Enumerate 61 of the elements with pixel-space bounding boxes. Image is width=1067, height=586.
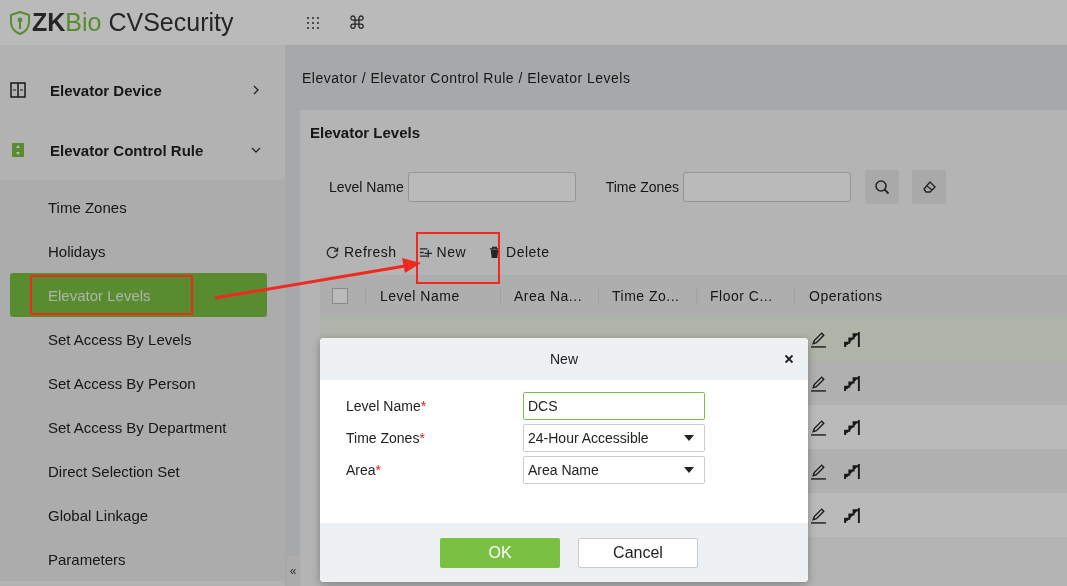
elevator-doors-icon: [10, 82, 26, 98]
field-label: Level Name*: [346, 398, 428, 414]
breadcrumb: Elevator / Elevator Control Rule / Elevator Levels: [301, 68, 632, 88]
submenu-item[interactable]: Parameters: [10, 537, 267, 581]
submenu-item[interactable]: Time Zones: [10, 185, 267, 229]
column-header[interactable]: Operations: [794, 287, 994, 305]
caret-icon: [684, 435, 694, 441]
refresh-icon: [326, 245, 339, 259]
stairs-icon[interactable]: [844, 418, 861, 436]
new-button[interactable]: New: [414, 242, 471, 262]
cancel-button[interactable]: Cancel: [578, 537, 698, 568]
edit-icon[interactable]: [810, 330, 827, 348]
edit-icon[interactable]: [810, 374, 827, 392]
chevron-down-icon: [251, 145, 261, 155]
filter-label: Time Zones: [605, 179, 680, 195]
logo-text: ZKBio CVSecurity: [32, 8, 234, 37]
caret-icon: [684, 467, 694, 473]
delete-button[interactable]: Delete: [484, 242, 554, 262]
filter-field[interactable]: [683, 172, 852, 202]
menu-item[interactable]: Elevator Control Rule: [0, 120, 285, 180]
stairs-icon[interactable]: [844, 462, 861, 480]
search-icon: [874, 179, 891, 195]
close-icon[interactable]: [784, 354, 794, 364]
apps-grid-icon[interactable]: [306, 15, 320, 30]
field-label: Time Zones*: [346, 430, 426, 446]
collapse-sidebar-button[interactable]: «: [287, 556, 299, 586]
dialog-title: New: [550, 351, 578, 367]
chevron-right-icon: [251, 85, 261, 95]
filter-field[interactable]: [407, 172, 576, 202]
submenu-item[interactable]: Set Access By Levels: [10, 317, 267, 361]
stairs-icon[interactable]: [844, 506, 861, 524]
clear-button[interactable]: [912, 170, 947, 204]
select-all-checkbox[interactable]: [332, 288, 348, 304]
filter-label: Level Name: [329, 179, 404, 195]
command-icon[interactable]: ⌘: [348, 13, 366, 32]
add-list-icon: [418, 245, 432, 259]
submenu-item[interactable]: Holidays: [10, 229, 267, 273]
stairs-icon[interactable]: [844, 374, 861, 392]
eraser-icon: [921, 179, 938, 195]
submenu-item[interactable]: Set Access By Person: [10, 361, 267, 405]
submenu-item[interactable]: Set Access By Department: [10, 405, 267, 449]
search-button[interactable]: [865, 170, 900, 204]
column-header[interactable]: Time Zo...: [598, 287, 696, 305]
edit-icon[interactable]: [810, 506, 827, 524]
refresh-button[interactable]: Refresh: [322, 242, 401, 262]
edit-icon[interactable]: [810, 418, 827, 436]
edit-icon[interactable]: [810, 462, 827, 480]
text-field[interactable]: DCS: [523, 392, 705, 420]
elevator-panel-icon: [10, 142, 26, 158]
column-header[interactable]: Level Name: [365, 287, 500, 305]
submenu-item[interactable]: Direct Selection Set: [10, 449, 267, 493]
shield-logo-icon: [10, 10, 30, 35]
field-label: Area*: [346, 462, 383, 478]
dropdown[interactable]: Area Name: [523, 456, 705, 484]
column-header[interactable]: Area Na...: [500, 287, 598, 305]
dropdown[interactable]: 24-Hour Accessible: [523, 424, 705, 452]
column-header[interactable]: Floor C...: [696, 287, 794, 305]
page-title: Elevator Levels: [310, 124, 422, 143]
menu-item[interactable]: Elevator Device: [0, 60, 285, 120]
stairs-icon[interactable]: [844, 330, 861, 348]
submenu-item[interactable]: Global Linkage: [10, 493, 267, 537]
